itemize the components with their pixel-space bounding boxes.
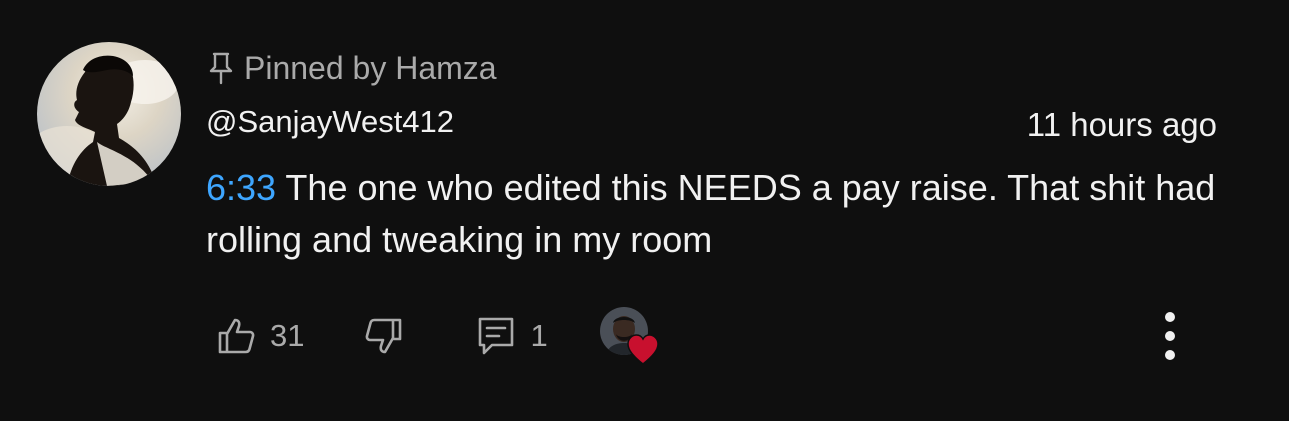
dislike-button[interactable] [364, 316, 404, 356]
comment-body: The one who edited this NEEDS a pay rais… [206, 167, 1216, 260]
author-avatar[interactable] [37, 42, 181, 186]
comment-reply-icon [479, 317, 514, 355]
pin-icon [209, 52, 233, 85]
comment-timestamp: 11 hours ago [1026, 106, 1217, 143]
thumbs-down-icon [366, 318, 402, 354]
pinned-by-label: Pinned by Hamza [206, 48, 497, 88]
comment-thread: Pinned by Hamza @SanjayWest412 11 hours … [0, 0, 1289, 421]
heart-icon [626, 334, 659, 365]
creator-heart-badge [599, 307, 662, 365]
author-handle[interactable]: @SanjayWest412 [206, 102, 454, 142]
more-actions-button[interactable] [1155, 306, 1185, 366]
pinned-by-text: Pinned by Hamza [244, 49, 497, 86]
reply-count: 1 [530, 318, 548, 353]
reply-button[interactable]: 1 [476, 315, 548, 357]
like-count: 31 [270, 318, 305, 353]
thumbs-up-icon [218, 318, 255, 354]
vertical-ellipsis-icon [1165, 312, 1175, 360]
timecode-link[interactable]: 6:33 [206, 167, 276, 208]
like-button[interactable]: 31 [216, 316, 304, 356]
comment-text: 6:33 The one who edited this NEEDS a pay… [206, 162, 1216, 266]
comment-actions: 31 1 [216, 306, 662, 366]
